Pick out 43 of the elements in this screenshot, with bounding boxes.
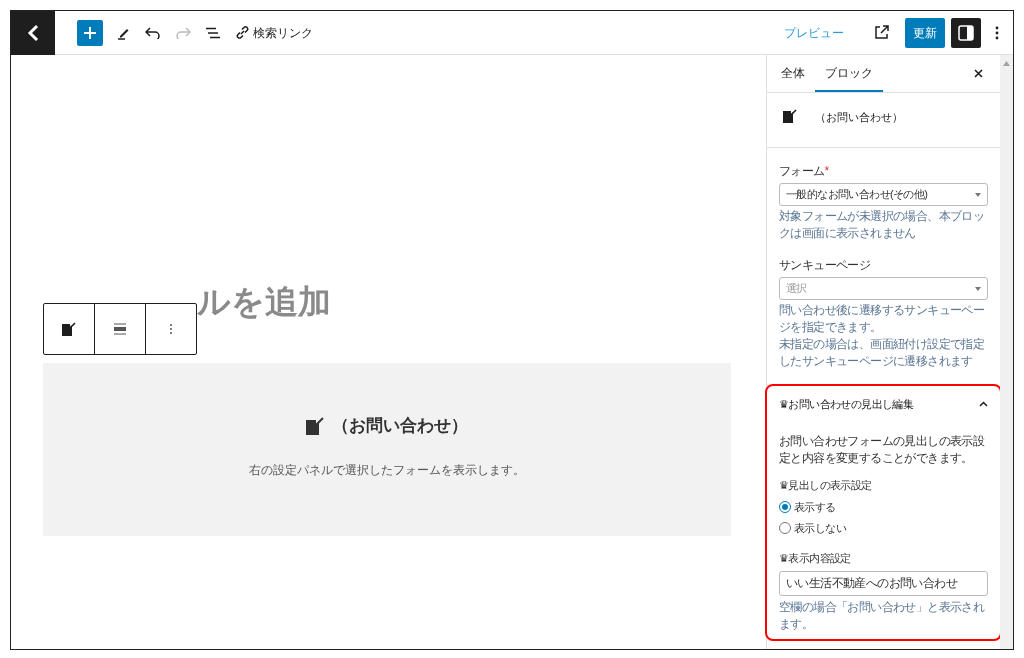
field-label: ♛表示内容設定 (779, 551, 852, 566)
scrollbar[interactable] (1000, 55, 1013, 649)
undo-icon[interactable] (145, 26, 161, 39)
field-label: サンキューページ (779, 257, 871, 274)
help-text: 問い合わせ後に遷移するサンキューページを指定できます。 (779, 302, 986, 336)
block-name: （お問い合わせ） (815, 110, 903, 125)
sidebar-icon (958, 24, 974, 41)
block-description: 右の設定パネルで選択したフォームを表示します。 (249, 461, 525, 479)
link-icon (235, 25, 250, 40)
select-field[interactable]: 一般的なお問い合わせ(その他) (779, 183, 988, 206)
close-icon (973, 69, 983, 78)
back-button[interactable] (11, 11, 55, 55)
panel-toggle[interactable]: ♛お問い合わせの見出し編集 (779, 396, 988, 413)
sidebar-tab[interactable]: 全体 (771, 55, 815, 92)
help-text: 対象フォームが未選択の場合、本ブロックは画面に表示されません (779, 208, 986, 242)
update-button[interactable]: 更新 (905, 17, 945, 48)
block-heading: （お問い合わせ） (332, 415, 468, 437)
external-link-icon[interactable] (874, 25, 889, 40)
panel-description: お問い合わせフォームの見出しの表示設定と内容を変更することができます。 (779, 432, 986, 467)
search-link-button[interactable]: 検索リンク (235, 23, 313, 42)
radio-option[interactable]: 表示しない (779, 519, 988, 536)
more-options-icon[interactable] (995, 25, 999, 40)
contact-block[interactable]: （お問い合わせ） 右の設定パネルで選択したフォームを表示します。 (43, 363, 731, 536)
text-input[interactable]: いい生活不動産へのお問い合わせ (779, 570, 988, 596)
required-mark: * (824, 163, 829, 180)
field-label: フォーム (779, 163, 825, 180)
plus-icon (84, 26, 96, 39)
edit-note-icon (62, 322, 76, 336)
help-text: 未指定の場合は、画面紐付け設定で指定したサンキューページに遷移されます (779, 336, 986, 370)
align-icon (113, 323, 127, 335)
settings-toggle-button[interactable] (951, 17, 981, 48)
back-icon (27, 23, 39, 42)
more-options-icon (169, 323, 173, 335)
radio-option[interactable]: 表示する (779, 499, 988, 516)
edit-note-icon (783, 109, 797, 123)
list-view-icon[interactable] (205, 26, 221, 39)
edit-note-icon (306, 416, 324, 435)
help-text: 空欄の場合「お問い合わせ」と表示されます。 (779, 598, 986, 633)
add-block-button[interactable] (77, 19, 103, 46)
dropdown-arrow-icon (975, 286, 981, 291)
dropdown-arrow-icon (975, 192, 981, 197)
sidebar-tab[interactable]: ブロック (815, 55, 883, 92)
field-label: ♛見出しの表示設定 (779, 477, 873, 493)
